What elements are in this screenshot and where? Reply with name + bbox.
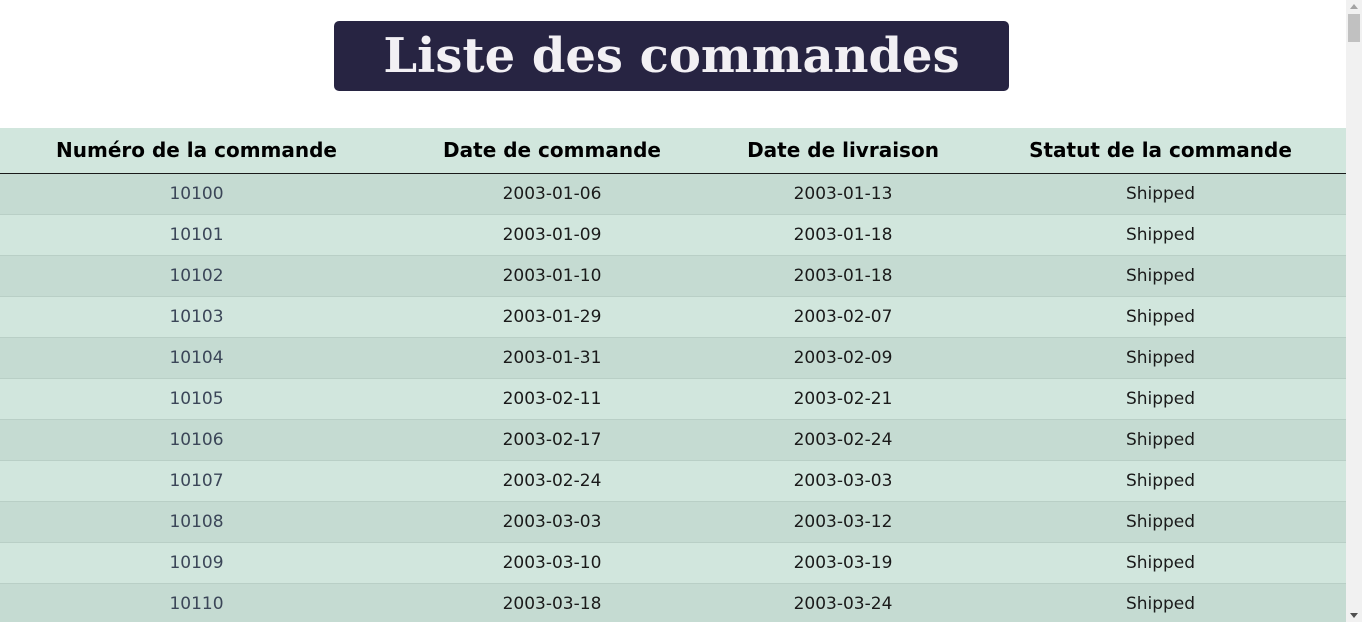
- cell-order-status: Shipped: [975, 583, 1346, 622]
- cell-order-date: 2003-01-31: [393, 337, 711, 379]
- cell-order-number: 10110: [0, 583, 393, 622]
- table-row: 10109 2003-03-10 2003-03-19 Shipped: [0, 542, 1346, 584]
- cell-order-number: 10107: [0, 460, 393, 502]
- vertical-scrollbar[interactable]: [1346, 0, 1362, 622]
- cell-order-date: 2003-02-24: [393, 460, 711, 502]
- cell-order-date: 2003-03-10: [393, 542, 711, 584]
- cell-order-date: 2003-01-29: [393, 296, 711, 338]
- scroll-down-arrow-icon[interactable]: [1350, 613, 1358, 618]
- cell-delivery-date: 2003-01-18: [711, 255, 975, 297]
- cell-order-date: 2003-01-10: [393, 255, 711, 297]
- header-row: Numéro de la commande Date de commande D…: [0, 128, 1346, 174]
- orders-table-header: Numéro de la commande Date de commande D…: [0, 128, 1346, 174]
- table-row: 10105 2003-02-11 2003-02-21 Shipped: [0, 378, 1346, 420]
- cell-delivery-date: 2003-01-18: [711, 214, 975, 256]
- header-order-number: Numéro de la commande: [0, 128, 393, 174]
- cell-order-status: Shipped: [975, 296, 1346, 338]
- cell-order-date: 2003-01-06: [393, 173, 711, 215]
- cell-delivery-date: 2003-03-03: [711, 460, 975, 502]
- cell-order-number: 10103: [0, 296, 393, 338]
- table-row: 10108 2003-03-03 2003-03-12 Shipped: [0, 501, 1346, 543]
- cell-order-number: 10108: [0, 501, 393, 543]
- cell-order-number: 10102: [0, 255, 393, 297]
- cell-order-number: 10100: [0, 173, 393, 215]
- cell-delivery-date: 2003-02-24: [711, 419, 975, 461]
- cell-order-date: 2003-01-09: [393, 214, 711, 256]
- orders-table-body: 10100 2003-01-06 2003-01-13 Shipped 10101 200…: [0, 173, 1346, 622]
- page-content: Liste des commandes Numéro de la command…: [0, 0, 1346, 622]
- cell-order-date: 2003-02-17: [393, 419, 711, 461]
- cell-order-status: Shipped: [975, 173, 1346, 215]
- cell-delivery-date: 2003-02-09: [711, 337, 975, 379]
- cell-order-status: Shipped: [975, 501, 1346, 543]
- cell-order-status: Shipped: [975, 378, 1346, 420]
- cell-order-date: 2003-02-11: [393, 378, 711, 420]
- cell-order-number: 10101: [0, 214, 393, 256]
- cell-delivery-date: 2003-02-21: [711, 378, 975, 420]
- table-row: 10102 2003-01-10 2003-01-18 Shipped: [0, 255, 1346, 297]
- header-order-status: Statut de la commande: [975, 128, 1346, 174]
- cell-order-status: Shipped: [975, 542, 1346, 584]
- cell-order-number: 10106: [0, 419, 393, 461]
- table-row: 10100 2003-01-06 2003-01-13 Shipped: [0, 173, 1346, 215]
- page-title: Liste des commandes: [383, 28, 960, 84]
- cell-order-date: 2003-03-18: [393, 583, 711, 622]
- scroll-up-arrow-icon[interactable]: [1350, 4, 1358, 9]
- cell-order-number: 10109: [0, 542, 393, 584]
- cell-order-date: 2003-03-03: [393, 501, 711, 543]
- orders-table: Numéro de la commande Date de commande D…: [0, 128, 1346, 622]
- cell-order-status: Shipped: [975, 214, 1346, 256]
- cell-delivery-date: 2003-03-12: [711, 501, 975, 543]
- header-delivery-date: Date de livraison: [711, 128, 975, 174]
- table-row: 10107 2003-02-24 2003-03-03 Shipped: [0, 460, 1346, 502]
- table-row: 10103 2003-01-29 2003-02-07 Shipped: [0, 296, 1346, 338]
- cell-order-status: Shipped: [975, 419, 1346, 461]
- cell-order-status: Shipped: [975, 337, 1346, 379]
- table-row: 10106 2003-02-17 2003-02-24 Shipped: [0, 419, 1346, 461]
- header-order-date: Date de commande: [393, 128, 711, 174]
- cell-order-number: 10104: [0, 337, 393, 379]
- page-title-banner: Liste des commandes: [334, 21, 1009, 91]
- table-row: 10104 2003-01-31 2003-02-09 Shipped: [0, 337, 1346, 379]
- table-row: 10101 2003-01-09 2003-01-18 Shipped: [0, 214, 1346, 256]
- cell-delivery-date: 2003-02-07: [711, 296, 975, 338]
- cell-delivery-date: 2003-03-19: [711, 542, 975, 584]
- cell-order-status: Shipped: [975, 255, 1346, 297]
- cell-delivery-date: 2003-03-24: [711, 583, 975, 622]
- browser-viewport: Liste des commandes Numéro de la command…: [0, 0, 1362, 622]
- scrollbar-thumb[interactable]: [1348, 14, 1360, 42]
- cell-order-number: 10105: [0, 378, 393, 420]
- table-row: 10110 2003-03-18 2003-03-24 Shipped: [0, 583, 1346, 622]
- cell-order-status: Shipped: [975, 460, 1346, 502]
- cell-delivery-date: 2003-01-13: [711, 173, 975, 215]
